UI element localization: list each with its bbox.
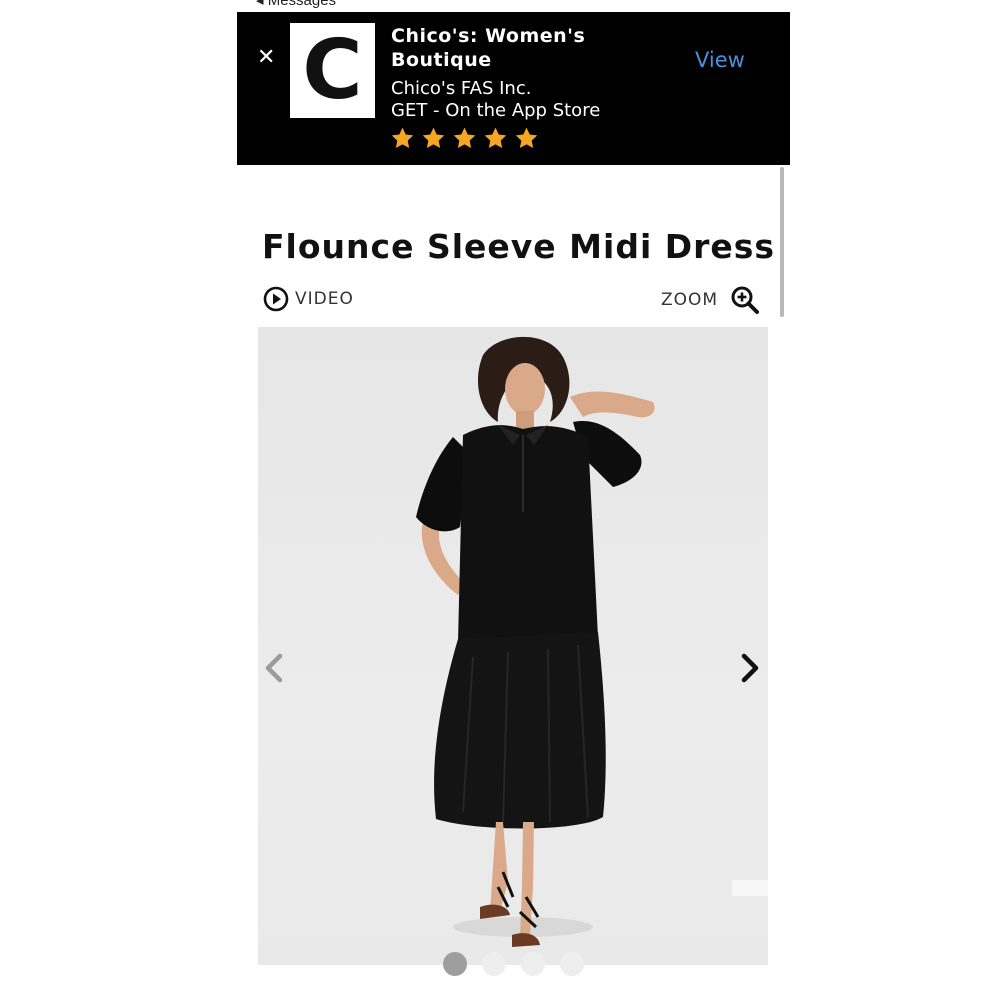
play-circle-icon [263,286,289,312]
page-scrollbar[interactable] [780,167,784,317]
star-icon [453,127,476,148]
app-title: Chico's: Women's Boutique [391,25,586,71]
model-in-black-dress-illustration [416,336,655,947]
app-logo: C [290,23,375,118]
star-icon [422,127,445,148]
carousel-dot-2[interactable] [482,952,506,976]
product-photo[interactable] [258,327,768,965]
next-image-arrow-icon[interactable] [738,652,762,684]
app-rating [390,126,539,151]
zoom-label: ZOOM [661,290,719,310]
view-app-button[interactable]: View [695,48,745,72]
star-icon [391,127,414,148]
carousel-dot-1[interactable] [443,952,467,976]
star-icon [515,127,538,148]
carousel-pagination [443,952,584,976]
app-store-banner: ✕ C Chico's: Women's Boutique Chico's FA… [237,12,790,165]
star-icon [484,127,507,148]
previous-image-arrow-icon[interactable] [262,652,286,684]
video-button[interactable]: VIDEO [263,286,354,312]
carousel-dot-4[interactable] [560,952,584,976]
image-overlay-chip [732,880,768,896]
app-publisher: Chico's FAS Inc. [391,78,532,99]
app-logo-letter: C [302,23,363,118]
close-banner-button[interactable]: ✕ [257,44,277,72]
back-to-messages-link[interactable]: ◂ Messages [256,0,336,9]
video-label: VIDEO [295,289,354,309]
zoom-in-icon [731,286,760,314]
product-title: Flounce Sleeve Midi Dress [262,227,776,266]
carousel-dot-3[interactable] [521,952,545,976]
app-store-line: GET - On the App Store [391,100,601,121]
zoom-button[interactable]: ZOOM [661,285,760,315]
